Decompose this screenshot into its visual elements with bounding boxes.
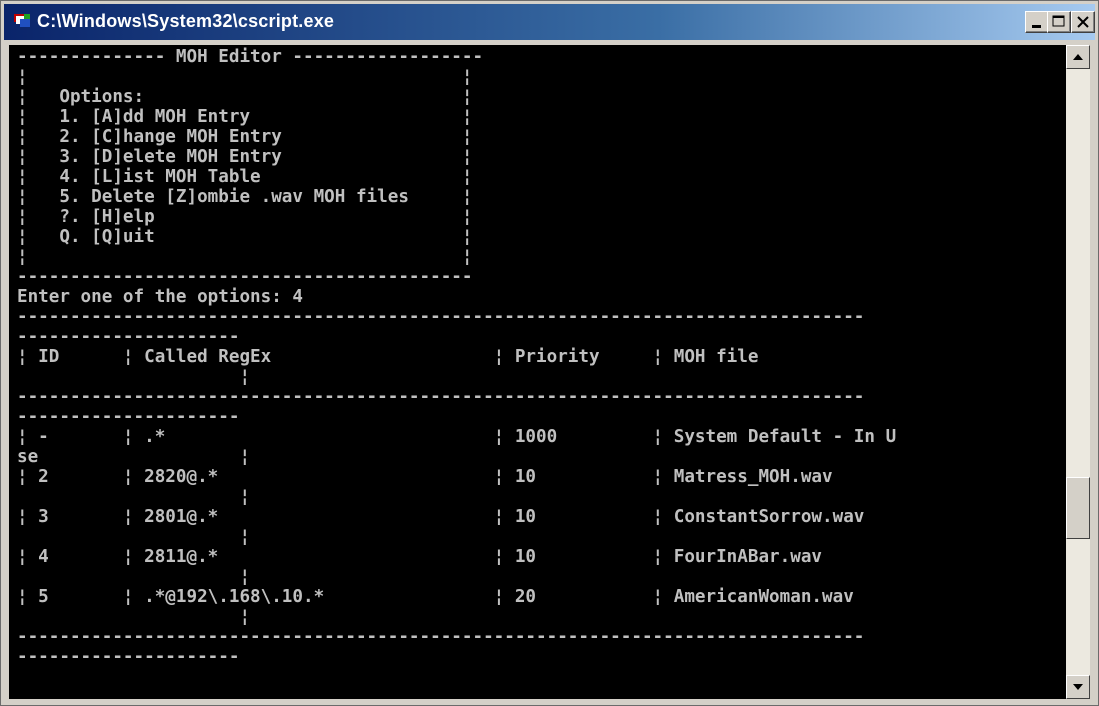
console-line: ¦: [17, 527, 251, 547]
console-line: ¦ 5. Delete [Z]ombie .wav MOH files ¦: [17, 187, 473, 207]
scroll-down-button[interactable]: [1066, 675, 1090, 699]
minimize-button[interactable]: [1025, 11, 1049, 33]
table-row-line: ¦ 2 ¦ 2820@.* ¦ 10 ¦ Matress_MOH.wav: [17, 467, 833, 487]
console-line: ----------------------------------------…: [17, 267, 473, 287]
window-title: C:\Windows\System32\cscript.exe: [37, 11, 335, 31]
console-line: ----------------------------------------…: [17, 627, 865, 647]
console-window: C:\Windows\System32\cscript.exe --------…: [0, 0, 1099, 706]
console-line: ¦ 2. [C]hange MOH Entry ¦: [17, 127, 473, 147]
vertical-scrollbar[interactable]: [1066, 45, 1090, 699]
table-row-line: ¦ 4 ¦ 2811@.* ¦ 10 ¦ FourInABar.wav: [17, 547, 823, 567]
maximize-icon: [1052, 15, 1065, 27]
console-prompt-line: Enter one of the options: 4: [17, 287, 303, 307]
table-row-line: ¦ - ¦ .* ¦ 1000 ¦ System Default - In U: [17, 427, 897, 447]
maximize-button[interactable]: [1047, 11, 1071, 33]
console-line: ¦ ¦: [17, 247, 473, 267]
scroll-up-button[interactable]: [1066, 45, 1090, 69]
console-line: ¦ ¦: [17, 67, 473, 87]
console-line: ¦ 3. [D]elete MOH Entry ¦: [17, 147, 473, 167]
title-bar[interactable]: C:\Windows\System32\cscript.exe: [4, 4, 1095, 40]
console-line: ¦ Q. [Q]uit ¦: [17, 227, 473, 247]
console-line: ---------------------: [17, 327, 240, 347]
console-line: ¦: [17, 367, 251, 387]
console-line: ¦: [17, 607, 251, 627]
console-line: ¦ 1. [A]dd MOH Entry ¦: [17, 107, 473, 127]
console-line: ---------------------: [17, 407, 240, 427]
console-line: se ¦: [17, 447, 251, 467]
close-icon: [1077, 16, 1089, 28]
console-line: ---------------------: [17, 647, 240, 667]
console-output[interactable]: -------------- MOH Editor --------------…: [9, 45, 1066, 699]
console-line: ----------------------------------------…: [17, 387, 865, 407]
console-line: -------------- MOH Editor --------------…: [17, 47, 484, 67]
console-line: ¦: [17, 487, 251, 507]
console-app-icon: [14, 14, 30, 27]
scrollbar-thumb[interactable]: [1066, 477, 1090, 539]
minimize-icon: [1032, 25, 1041, 28]
arrow-down-icon: [1073, 684, 1083, 690]
console-line: ¦ Options: ¦: [17, 87, 473, 107]
console-line: ----------------------------------------…: [17, 307, 865, 327]
table-row-line: ¦ 3 ¦ 2801@.* ¦ 10 ¦ ConstantSorrow.wav: [17, 507, 865, 527]
arrow-up-icon: [1073, 54, 1083, 60]
close-button[interactable]: [1071, 11, 1095, 33]
table-row-line: ¦ 5 ¦ .*@192\.168\.10.* ¦ 20 ¦ AmericanW…: [17, 587, 854, 607]
table-header-line: ¦ ID ¦ Called RegEx ¦ Priority ¦ MOH fil…: [17, 347, 759, 367]
console-line: ¦ ?. [H]elp ¦: [17, 207, 473, 227]
console-line: ¦ 4. [L]ist MOH Table ¦: [17, 167, 473, 187]
console-line: ¦: [17, 567, 251, 587]
